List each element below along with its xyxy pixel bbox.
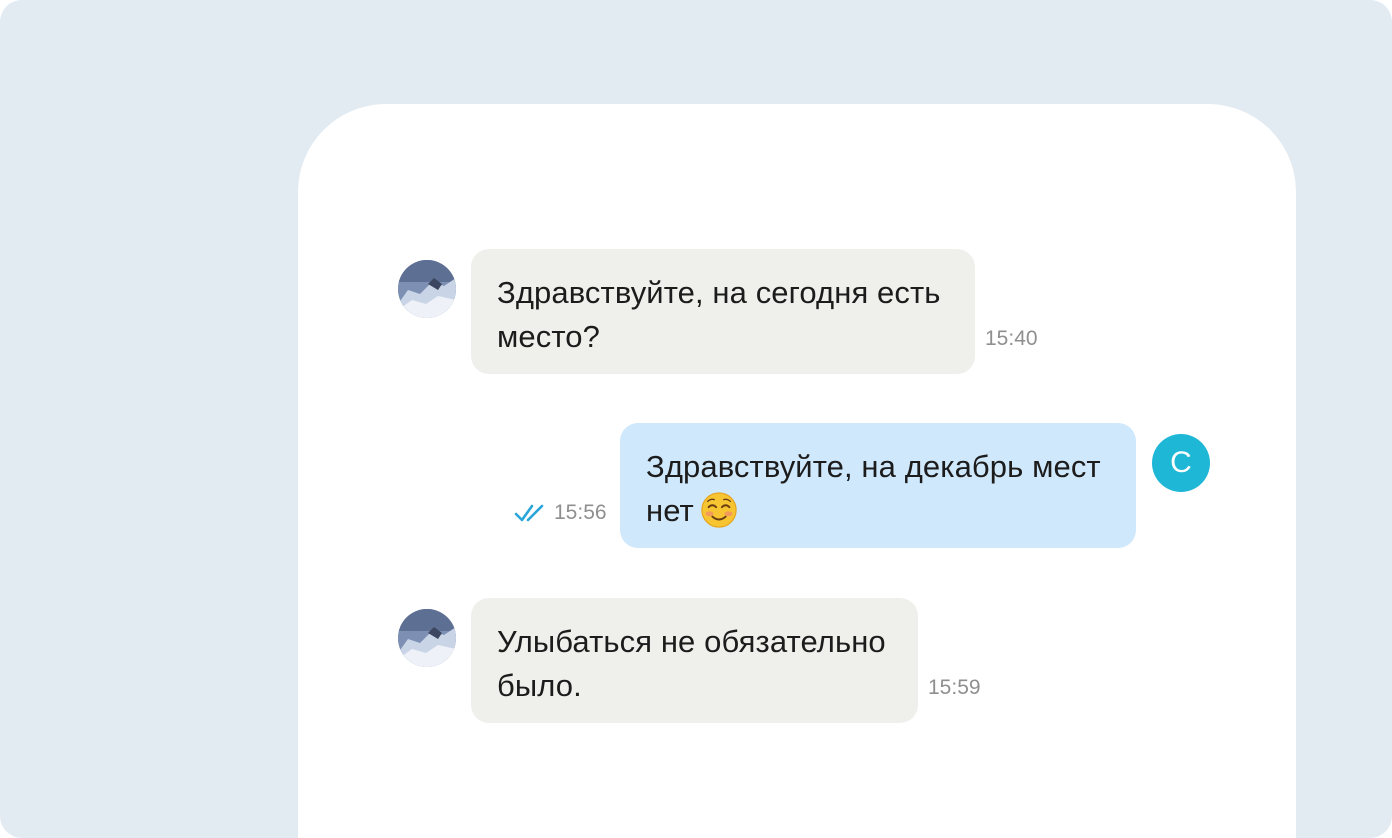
message-text-line: было. [497, 668, 582, 703]
message-text-line: Здравствуйте, на декабрь мест [646, 449, 1101, 484]
message-timestamp: 15:59 [928, 676, 981, 699]
contact-avatar[interactable] [398, 609, 456, 667]
own-avatar[interactable]: C [1152, 434, 1210, 492]
message-text-line: Улыбаться не обязательно [497, 624, 886, 659]
contact-avatar[interactable] [398, 260, 456, 318]
message-bubble-incoming[interactable]: Здравствуйте, на сегодня есть место? [471, 249, 975, 374]
smiling-face-with-blush-icon [701, 492, 737, 528]
message-text: нет [646, 493, 694, 528]
page-background: Здравствуйте, на сегодня есть место? 15:… [0, 0, 1392, 838]
message-text-line: Здравствуйте, на сегодня есть [497, 275, 941, 310]
contact-photo-icon [398, 609, 456, 667]
contact-photo-icon [398, 260, 456, 318]
message-text-line: место? [497, 319, 600, 354]
message-bubble-outgoing[interactable]: Здравствуйте, на декабрь мест нет [620, 423, 1136, 548]
message-text-line-with-emoji: нет [646, 489, 1110, 533]
double-check-read-icon [514, 504, 544, 522]
message-bubble-incoming[interactable]: Улыбаться не обязательно было. [471, 598, 918, 723]
message-timestamp: 15:40 [985, 327, 1038, 350]
message-timestamp: 15:56 [554, 501, 607, 524]
